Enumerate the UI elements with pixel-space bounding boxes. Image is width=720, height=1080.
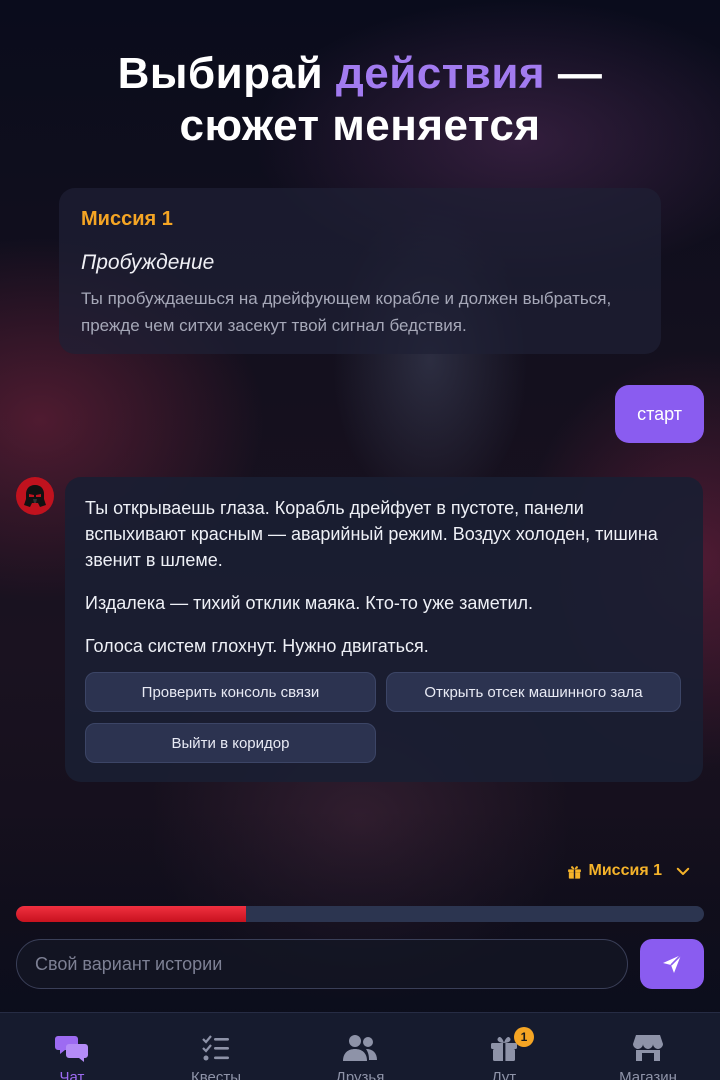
mission-selector-label: Миссия 1 (588, 862, 662, 879)
bot-message-card: Ты открываешь глаза. Корабль дрейфует в … (65, 477, 703, 782)
choice-list: Проверить консоль связи Открыть отсек ма… (85, 672, 683, 763)
sith-helmet-icon (16, 477, 54, 515)
choice-button-exit-corridor[interactable]: Выйти в коридор (85, 723, 376, 763)
gift-icon (567, 865, 581, 879)
checklist-icon (202, 1035, 229, 1061)
mission-card: Миссия 1 Пробуждение Ты пробуждаешься на… (59, 188, 661, 354)
nav-item-friends[interactable]: Друзья (288, 1013, 432, 1080)
choice-button-check-console[interactable]: Проверить консоль связи (85, 672, 376, 712)
bot-message-text: Ты открываешь глаза. Корабль дрейфует в … (85, 495, 683, 659)
user-message-bubble: старт (615, 385, 704, 443)
mission-title: Миссия 1 (81, 208, 173, 230)
choice-button-open-engine-room[interactable]: Открыть отсек машинного зала (386, 672, 681, 712)
title-text: Выбирай (117, 49, 336, 98)
nav-label: Магазин (619, 1069, 677, 1080)
store-icon (633, 1035, 663, 1061)
nav-item-loot[interactable]: 1 Лут (432, 1013, 576, 1080)
story-progress-bar (16, 906, 704, 922)
input-row (16, 939, 704, 991)
bottom-nav: Чат Квесты Друзья 1 Лут Магазин (0, 1012, 720, 1080)
mission-description: Ты пробуждаешься на дрейфующем корабле и… (81, 289, 612, 335)
title-accent: действия (335, 49, 546, 98)
nav-label: Друзья (335, 1069, 385, 1080)
user-message-text: старт (637, 403, 682, 424)
nav-item-quests[interactable]: Квесты (144, 1013, 288, 1080)
bot-paragraph: Голоса систем глохнут. Нужно двигаться. (85, 636, 429, 656)
story-input[interactable] (16, 939, 628, 989)
title-dash: — (545, 49, 603, 98)
mission-subtitle: Пробуждение (81, 251, 215, 274)
mission-selector[interactable]: Миссия 1 (566, 862, 692, 880)
title-line2: сюжет меняется (179, 101, 541, 150)
nav-label: Чат (59, 1069, 85, 1080)
users-icon (343, 1035, 377, 1061)
chevron-down-icon (676, 867, 690, 875)
bot-paragraph: Ты открываешь глаза. Корабль дрейфует в … (85, 498, 658, 570)
page-title: Выбирай действия — сюжет меняется (0, 48, 720, 152)
bot-paragraph: Издалека — тихий отклик маяка. Кто-то уж… (85, 593, 533, 613)
nav-label: Лут (491, 1069, 517, 1080)
story-progress-fill (16, 906, 247, 922)
chat-icon (55, 1036, 88, 1062)
loot-badge: 1 (514, 1027, 534, 1047)
send-icon (663, 954, 682, 973)
nav-label: Квесты (190, 1069, 242, 1080)
send-button[interactable] (640, 939, 704, 989)
nav-item-chat[interactable]: Чат (0, 1013, 144, 1080)
nav-item-store[interactable]: Магазин (576, 1013, 720, 1080)
